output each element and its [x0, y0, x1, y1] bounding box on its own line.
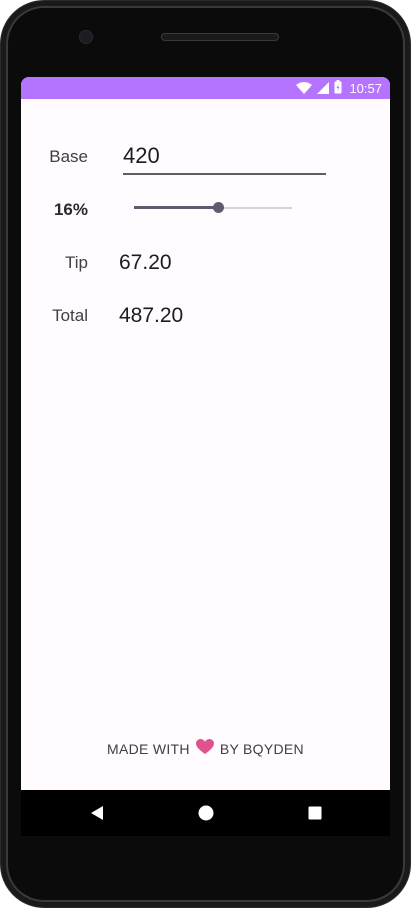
navigation-bar [21, 790, 390, 836]
footer-by-author-text: BY BQYDEN [219, 740, 304, 757]
slider-thumb[interactable] [213, 202, 224, 213]
total-amount-value: 487.20 [119, 304, 184, 327]
cell-signal-icon [317, 79, 330, 98]
app-screen: 10:57 Base 16% Tip 67.20 Total 487.20 MA… [21, 77, 390, 790]
recents-icon[interactable] [305, 803, 325, 823]
battery-icon [334, 79, 342, 98]
total-label: Total [52, 306, 88, 325]
tip-amount-value: 67.20 [119, 251, 172, 274]
wifi-icon [296, 79, 313, 98]
slider-active-track [134, 206, 218, 209]
footer-made-with-text: MADE WITH [107, 740, 190, 757]
status-bar: 10:57 [21, 77, 390, 99]
base-amount-input[interactable] [123, 139, 326, 175]
tip-percent-slider[interactable] [134, 197, 292, 219]
base-label: Base [49, 147, 88, 166]
front-camera [80, 31, 92, 43]
status-time: 10:57 [349, 80, 382, 96]
earpiece-speaker [161, 33, 279, 41]
home-icon[interactable] [196, 803, 216, 823]
heart-icon [195, 739, 214, 758]
credit-footer: MADE WITH BY BQYDEN [21, 739, 390, 758]
tip-percent-label: 16% [53, 200, 88, 219]
back-icon[interactable] [87, 803, 107, 823]
tip-label: Tip [65, 253, 88, 272]
status-icons: 10:57 [296, 79, 382, 98]
device-frame: 10:57 Base 16% Tip 67.20 Total 487.20 MA… [0, 0, 411, 908]
